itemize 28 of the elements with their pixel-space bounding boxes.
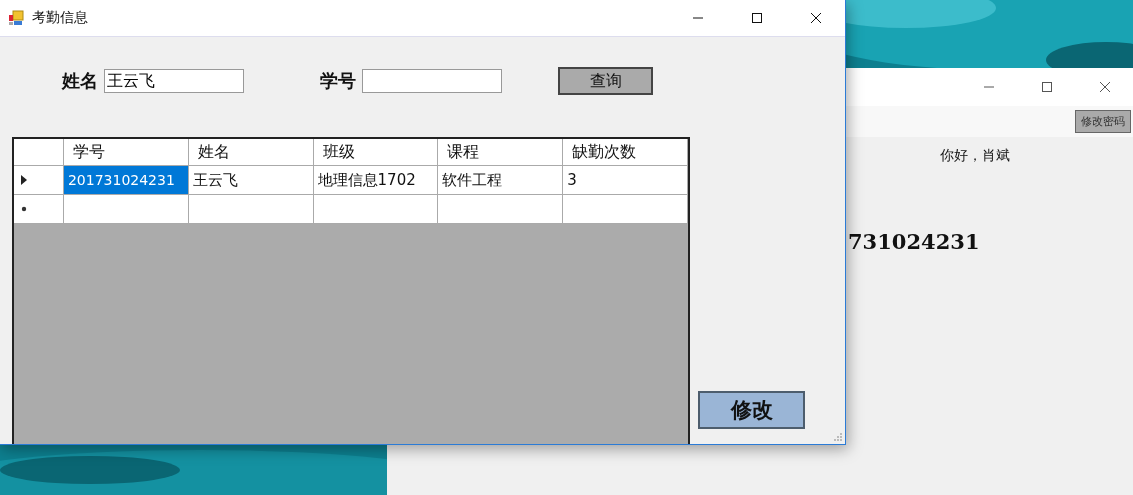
edit-button[interactable]: 修改 bbox=[698, 391, 805, 429]
maximize-icon[interactable] bbox=[751, 12, 763, 24]
close-icon[interactable] bbox=[1099, 81, 1111, 93]
table-cell: 地理信息1702 bbox=[313, 166, 439, 194]
input-field[interactable] bbox=[362, 69, 502, 93]
new-row-icon bbox=[21, 206, 27, 212]
column-header[interactable]: 班级 bbox=[313, 139, 439, 165]
window-title: 考勤信息 bbox=[32, 9, 88, 27]
table-cell: 软件工程 bbox=[438, 166, 564, 194]
current-row-icon bbox=[21, 175, 27, 185]
change-password-button[interactable]: 修改密码 bbox=[1075, 110, 1131, 133]
column-header[interactable]: 学号 bbox=[63, 139, 189, 165]
table-cell: 王云飞 bbox=[188, 166, 314, 194]
field-label: 学号 bbox=[320, 69, 356, 93]
table-cell: 201731024231 bbox=[63, 166, 189, 194]
resize-grip-icon[interactable] bbox=[834, 433, 842, 441]
close-icon[interactable] bbox=[810, 12, 822, 24]
student-id-text: 731024231 bbox=[848, 229, 981, 254]
input-field[interactable]: 王云飞 bbox=[104, 69, 244, 93]
table-cell: 3 bbox=[563, 166, 688, 194]
query-button[interactable]: 查询 bbox=[558, 67, 653, 95]
field-label: 姓名 bbox=[62, 69, 98, 93]
app-icon bbox=[8, 10, 24, 26]
greeting-text: 你好，肖斌 bbox=[940, 147, 1011, 165]
maximize-icon[interactable] bbox=[1041, 81, 1053, 93]
column-header[interactable]: 缺勤次数 bbox=[563, 139, 688, 165]
column-header[interactable]: 姓名 bbox=[188, 139, 314, 165]
column-header[interactable]: 课程 bbox=[438, 139, 564, 165]
